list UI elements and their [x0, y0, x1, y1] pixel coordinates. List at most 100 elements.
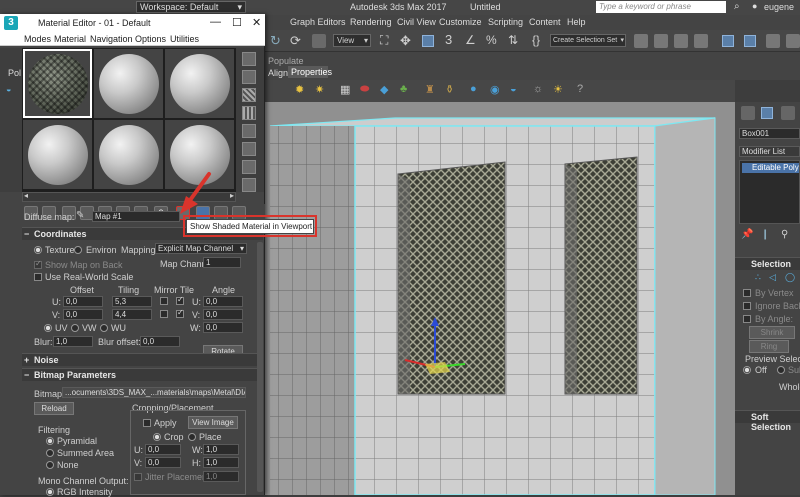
bitmap-rollout-header[interactable]: − Bitmap Parameters: [22, 368, 263, 381]
v-tiling-field[interactable]: 4,4: [112, 309, 152, 320]
sample-slot-5[interactable]: [94, 120, 163, 189]
spinner-snap-icon[interactable]: ⇅: [508, 33, 518, 47]
stack-item-editable-poly[interactable]: Editable Poly: [742, 163, 799, 173]
link-icon[interactable]: ⟳: [290, 33, 301, 49]
me-menu-options[interactable]: Options: [135, 34, 166, 44]
preview-sub-radio[interactable]: [777, 366, 785, 374]
sample-uv-tiling-button[interactable]: [242, 106, 256, 120]
create-selection-set-dropdown[interactable]: Create Selection Set ▾: [550, 34, 626, 47]
menu-scripting[interactable]: Scripting: [488, 17, 523, 27]
scene-canvas[interactable]: [265, 102, 735, 495]
sample-slot-3[interactable]: [165, 49, 234, 118]
rollout-scrollbar[interactable]: [257, 242, 263, 492]
capsule-icon[interactable]: ⬬: [360, 83, 369, 96]
tree-icon[interactable]: ♣: [400, 83, 407, 95]
help-icon[interactable]: ?: [577, 83, 583, 95]
me-menu-navigation[interactable]: Navigation: [90, 34, 133, 44]
ignore-backfacing-checkbox[interactable]: [743, 302, 751, 310]
angle-snap-icon[interactable]: ∠: [465, 33, 476, 47]
u-mirror-checkbox[interactable]: [160, 297, 168, 305]
crop-radio[interactable]: [153, 433, 161, 441]
material-editor-icon[interactable]: [744, 35, 756, 47]
u-offset-field[interactable]: 0,0: [63, 296, 103, 307]
view-image-button[interactable]: View Image: [188, 416, 238, 429]
summed-area-radio[interactable]: [46, 449, 54, 457]
sphere-icon[interactable]: ●: [470, 83, 477, 95]
me-menu-material[interactable]: Material: [54, 34, 86, 44]
v-mirror-checkbox[interactable]: [160, 310, 168, 318]
scroll-left-icon[interactable]: ◂: [24, 191, 28, 200]
map-name-field[interactable]: Map #1: [92, 211, 180, 222]
crop-h-field[interactable]: 1,0: [203, 457, 239, 468]
modifier-list-dropdown[interactable]: Modifier List: [739, 146, 800, 157]
map-channel-field[interactable]: 1: [203, 257, 241, 268]
reload-button[interactable]: Reload: [34, 402, 74, 415]
spotlight-icon[interactable]: ✷: [315, 83, 324, 96]
me-menu-modes[interactable]: Modes: [24, 34, 51, 44]
tab-properties[interactable]: Properties: [288, 66, 332, 78]
workspace-dropdown[interactable]: Workspace: Default ▾: [136, 1, 246, 13]
preview-off-radio[interactable]: [743, 366, 751, 374]
modifier-stack[interactable]: Editable Poly: [739, 160, 800, 224]
by-vertex-checkbox[interactable]: [743, 289, 751, 297]
vw-radio[interactable]: [71, 324, 79, 332]
real-world-scale-checkbox[interactable]: [34, 273, 42, 281]
w-angle-field[interactable]: 0,0: [203, 322, 243, 333]
snap-3-icon[interactable]: 3: [445, 32, 452, 47]
crop-w-field[interactable]: 1,0: [203, 444, 239, 455]
select-object-icon[interactable]: ⛶: [380, 33, 388, 48]
hierarchy-panel-icon[interactable]: [781, 106, 795, 120]
jitter-placement-checkbox[interactable]: [134, 473, 142, 481]
sample-slot-4[interactable]: [23, 120, 92, 189]
me-menu-utilities[interactable]: Utilities: [170, 34, 199, 44]
background-button[interactable]: [242, 88, 256, 102]
by-angle-checkbox[interactable]: [743, 315, 751, 323]
tab-align[interactable]: Align: [268, 68, 288, 78]
v-tile-checkbox[interactable]: [176, 308, 184, 318]
edit-named-sets-icon[interactable]: {}: [532, 33, 540, 47]
shrink-button[interactable]: Shrink: [749, 326, 795, 339]
make-preview-button[interactable]: [242, 142, 256, 156]
blur-field[interactable]: 1,0: [53, 336, 93, 347]
v-angle-field[interactable]: 0,0: [203, 309, 243, 320]
teapot-small-icon[interactable]: ◒: [6, 84, 11, 94]
percent-snap-icon[interactable]: %: [486, 33, 497, 47]
sun-icon[interactable]: ✹: [295, 83, 304, 96]
sample-type-button[interactable]: [242, 52, 256, 66]
backlight-button[interactable]: [242, 70, 256, 84]
u-tile-checkbox[interactable]: [176, 295, 184, 305]
tab-populate[interactable]: Populate: [268, 56, 304, 66]
uv-radio[interactable]: [44, 324, 52, 332]
close-icon[interactable]: ✕: [252, 16, 261, 29]
soft-selection-rollout-header[interactable]: Soft Selection: [735, 410, 800, 432]
render-icon[interactable]: [786, 34, 800, 48]
object-name-field[interactable]: Box001: [739, 128, 800, 139]
menu-customize[interactable]: Customize: [439, 17, 482, 27]
blur-offset-field[interactable]: 0,0: [140, 336, 180, 347]
mirror-icon[interactable]: [634, 34, 648, 48]
apply-checkbox[interactable]: [143, 419, 151, 427]
redo-icon[interactable]: ↻: [270, 33, 281, 49]
sample-slot-1[interactable]: [23, 49, 92, 118]
layer-icon[interactable]: [674, 34, 688, 48]
video-color-check-button[interactable]: [242, 124, 256, 138]
schematic-icon[interactable]: [722, 35, 734, 47]
u-angle-field[interactable]: 0,0: [203, 296, 243, 307]
sky-icon[interactable]: ☀: [553, 83, 563, 96]
noise-rollout-header[interactable]: + Noise: [22, 353, 263, 366]
teapot-icon[interactable]: ◒: [510, 83, 517, 95]
pin-stack-icon[interactable]: 📌: [741, 229, 753, 240]
menu-civil-view[interactable]: Civil View: [397, 17, 436, 27]
menu-graph-editors[interactable]: Graph Editors: [290, 17, 346, 27]
jitter-placement-field[interactable]: 1,0: [203, 471, 239, 482]
u-tiling-field[interactable]: 5,3: [112, 296, 152, 307]
user-name[interactable]: eugene: [764, 2, 794, 12]
menu-help[interactable]: Help: [567, 17, 586, 27]
lamp-icon[interactable]: ◉: [490, 83, 500, 96]
scroll-right-icon[interactable]: ▸: [230, 191, 234, 200]
bind-icon[interactable]: [312, 34, 326, 48]
wu-radio[interactable]: [100, 324, 108, 332]
border-icon[interactable]: ◯: [785, 272, 795, 283]
menu-content[interactable]: Content: [529, 17, 561, 27]
crop-v-field[interactable]: 0,0: [145, 457, 181, 468]
